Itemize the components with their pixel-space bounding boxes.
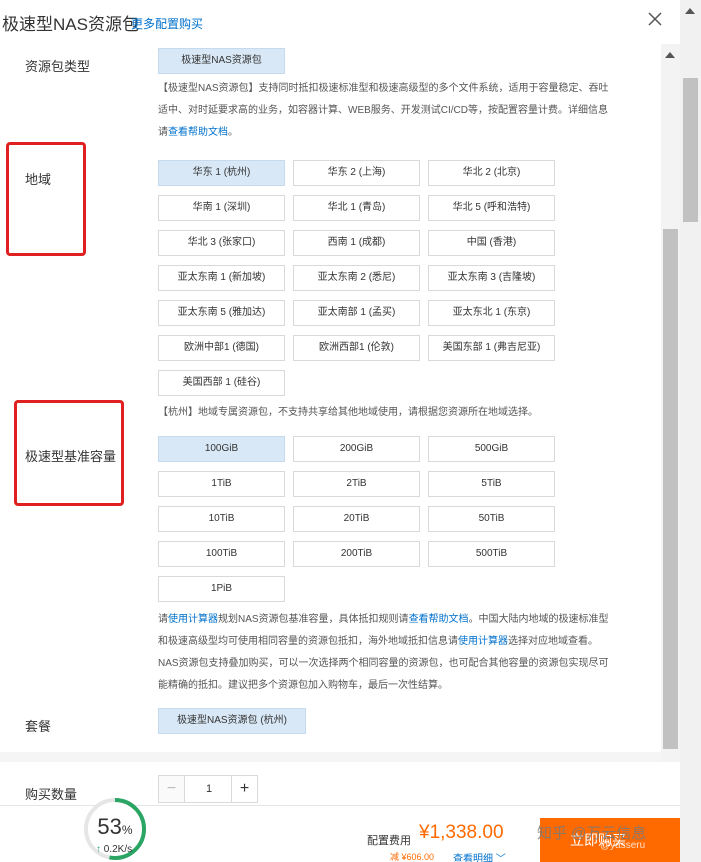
package-type-desc-line2: 适中、对时延要求高的业务，如容器计算、WEB服务、开发测试CI/CD等，按配置容… bbox=[158, 105, 608, 116]
page-scrollbar[interactable] bbox=[680, 0, 701, 862]
region-note: 【杭州】地域专属资源包，不支持共享给其他地域使用，请根据您资源所在地域选择。 bbox=[158, 407, 538, 418]
view-detail-text: 查看明细 bbox=[453, 854, 493, 862]
region-option[interactable]: 华北 3 (张家口) bbox=[158, 230, 285, 256]
help-doc-link[interactable]: 查看帮助文档 bbox=[168, 127, 228, 138]
desc-text: 选择对应地域查看。 bbox=[508, 636, 598, 647]
close-icon[interactable] bbox=[646, 10, 664, 28]
region-option[interactable]: 亚太东北 1 (东京) bbox=[428, 300, 555, 326]
scroll-up-arrow-icon[interactable] bbox=[685, 8, 695, 14]
gauge-percent: 53% bbox=[82, 814, 148, 840]
section-divider bbox=[0, 752, 661, 762]
package-type-description: 【极速型NAS资源包】支持同时抵扣极速标准型和极速高级型的多个文件系统，适用于容… bbox=[158, 78, 609, 144]
watermark-handle: @yasseru bbox=[600, 840, 646, 851]
package-type-desc-line1: 【极速型NAS资源包】支持同时抵扣极速标准型和极速高级型的多个文件系统，适用于容… bbox=[158, 83, 609, 94]
capacity-option[interactable]: 20TiB bbox=[293, 506, 420, 532]
capacity-option[interactable]: 1TiB bbox=[158, 471, 285, 497]
quantity-label: 购买数量 bbox=[25, 787, 78, 802]
network-speed-gauge: 53% ↑ 0.2K/s bbox=[82, 796, 148, 862]
region-option[interactable]: 亚太东南 2 (悉尼) bbox=[293, 265, 420, 291]
capacity-option[interactable]: 500TiB bbox=[428, 541, 555, 567]
quantity-stepper: − 1 + bbox=[158, 775, 258, 803]
upload-arrow-icon: ↑ bbox=[96, 844, 101, 855]
decrement-button[interactable]: − bbox=[159, 776, 185, 802]
increment-button[interactable]: + bbox=[231, 776, 257, 802]
capacity-desc-line1: 请使用计算器规划NAS资源包基准容量，具体抵扣规则请查看帮助文档。中国大陆内地域… bbox=[158, 609, 609, 631]
region-option[interactable]: 欧洲中部1 (德国) bbox=[158, 335, 285, 361]
scrollbar-thumb[interactable] bbox=[663, 229, 678, 749]
desc-text: 请 bbox=[158, 127, 168, 138]
gauge-speed-value: 0.2K/s bbox=[103, 844, 133, 855]
scroll-up-arrow-icon[interactable] bbox=[665, 52, 675, 58]
package-option[interactable]: 极速型NAS资源包 (杭州) bbox=[158, 708, 306, 734]
purchase-panel: 极速型NAS资源包 更多配置购买 资源包类型 极速型NAS资源包 【极速型NAS… bbox=[0, 0, 680, 862]
view-detail-link[interactable]: 查看明细 ﹀ bbox=[453, 850, 506, 862]
capacity-option[interactable]: 1PiB bbox=[158, 576, 285, 602]
capacity-desc-line3: NAS资源包支持叠加购买，可以一次选择两个相同容量的资源包，也可配合其他容量的资… bbox=[158, 658, 609, 669]
calculator-link[interactable]: 使用计算器 bbox=[168, 614, 218, 625]
capacity-option[interactable]: 200TiB bbox=[293, 541, 420, 567]
region-option[interactable]: 中国 (香港) bbox=[428, 230, 555, 256]
region-option[interactable]: 美国东部 1 (弗吉尼亚) bbox=[428, 335, 555, 361]
desc-text: 。中国大陆内地域的极速标准型 bbox=[468, 614, 609, 625]
chevron-down-icon: ﹀ bbox=[495, 854, 506, 862]
desc-text: 和极速高级型均可使用相同容量的资源包抵扣，海外地域抵扣信息请 bbox=[158, 636, 458, 647]
capacity-option[interactable]: 50TiB bbox=[428, 506, 555, 532]
package-label: 套餐 bbox=[25, 719, 52, 734]
region-highlight-box bbox=[6, 142, 86, 256]
scrollbar-thumb[interactable] bbox=[683, 78, 698, 222]
desc-text: 请 bbox=[158, 614, 168, 625]
region-option[interactable]: 华东 2 (上海) bbox=[293, 160, 420, 186]
inner-scrollbar[interactable] bbox=[661, 44, 680, 762]
panel-header: 极速型NAS资源包 更多配置购买 bbox=[0, 0, 680, 44]
region-option[interactable]: 华南 1 (深圳) bbox=[158, 195, 285, 221]
region-option[interactable]: 华北 1 (青岛) bbox=[293, 195, 420, 221]
package-type-desc-line3: 请查看帮助文档。 bbox=[158, 122, 609, 144]
price: ¥1,338.00 bbox=[419, 822, 504, 843]
capacity-option[interactable]: 100TiB bbox=[158, 541, 285, 567]
more-config-link[interactable]: 更多配置购买 bbox=[131, 15, 203, 32]
region-option[interactable]: 亚太东南 1 (新加坡) bbox=[158, 265, 285, 291]
capacity-option[interactable]: 10TiB bbox=[158, 506, 285, 532]
region-option[interactable]: 华东 1 (杭州) bbox=[158, 160, 285, 186]
capacity-option[interactable]: 100GiB bbox=[158, 436, 285, 462]
panel-title: 极速型NAS资源包 bbox=[2, 15, 139, 34]
quantity-value[interactable]: 1 bbox=[185, 776, 233, 802]
gauge-percent-value: 53 bbox=[97, 814, 122, 839]
capacity-description: 请使用计算器规划NAS资源包基准容量，具体抵扣规则请查看帮助文档。中国大陆内地域… bbox=[158, 609, 609, 697]
capacity-desc-line4: 能精确的抵扣。建议把多个资源包加入购物车，最后一次性结算。 bbox=[158, 680, 448, 691]
package-type-label: 资源包类型 bbox=[25, 59, 91, 74]
package-type-option[interactable]: 极速型NAS资源包 bbox=[158, 48, 285, 74]
calculator-link[interactable]: 使用计算器 bbox=[458, 636, 508, 647]
help-doc-link[interactable]: 查看帮助文档 bbox=[409, 614, 469, 625]
region-label: 地域 bbox=[25, 172, 52, 187]
region-option[interactable]: 亚太南部 1 (孟买) bbox=[293, 300, 420, 326]
capacity-option[interactable]: 500GiB bbox=[428, 436, 555, 462]
desc-text: 规划NAS资源包基准容量，具体抵扣规则请 bbox=[218, 614, 409, 625]
region-option[interactable]: 欧洲西部1 (伦敦) bbox=[293, 335, 420, 361]
capacity-option[interactable]: 2TiB bbox=[293, 471, 420, 497]
region-option[interactable]: 美国西部 1 (硅谷) bbox=[158, 370, 285, 396]
capacity-desc-line2: 和极速高级型均可使用相同容量的资源包抵扣，海外地域抵扣信息请使用计算器选择对应地… bbox=[158, 631, 609, 653]
region-option[interactable]: 西南 1 (成都) bbox=[293, 230, 420, 256]
config-fee-label: 配置费用 bbox=[367, 835, 411, 847]
desc-text: 。 bbox=[228, 127, 238, 138]
gauge-speed: ↑ 0.2K/s bbox=[96, 844, 132, 855]
gauge-percent-sign: % bbox=[121, 823, 133, 837]
region-option[interactable]: 亚太东南 3 (吉隆坡) bbox=[428, 265, 555, 291]
region-option[interactable]: 亚太东南 5 (雅加达) bbox=[158, 300, 285, 326]
discount: 减 ¥606.00 bbox=[390, 852, 435, 862]
capacity-option[interactable]: 5TiB bbox=[428, 471, 555, 497]
capacity-label: 极速型基准容量 bbox=[25, 449, 117, 464]
region-option[interactable]: 华北 2 (北京) bbox=[428, 160, 555, 186]
region-option[interactable]: 华北 5 (呼和浩特) bbox=[428, 195, 555, 221]
capacity-option[interactable]: 200GiB bbox=[293, 436, 420, 462]
